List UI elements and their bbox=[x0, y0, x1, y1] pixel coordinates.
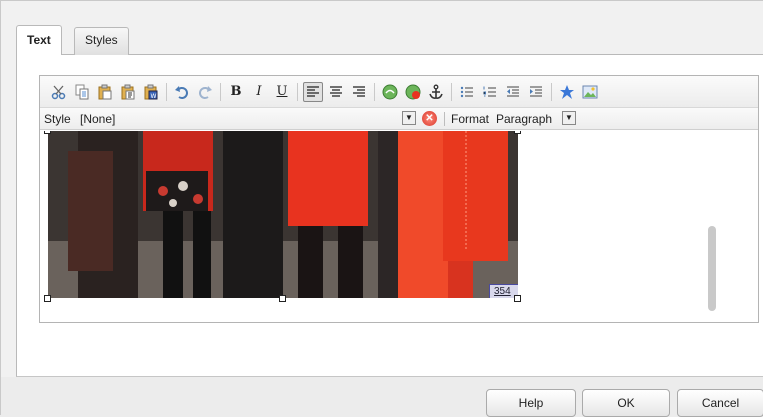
ordered-list-icon[interactable] bbox=[480, 82, 500, 102]
editor-toolbar: W B I U bbox=[40, 76, 758, 108]
image-icon[interactable] bbox=[580, 82, 600, 102]
outdent-icon[interactable] bbox=[503, 82, 523, 102]
tab-text[interactable]: Text bbox=[16, 25, 62, 56]
special-char-icon[interactable] bbox=[557, 82, 577, 102]
inserted-image[interactable]: 354 x 243 (-53, -37) bbox=[48, 131, 518, 298]
paste-icon[interactable] bbox=[95, 82, 115, 102]
redo-icon[interactable] bbox=[195, 82, 215, 102]
toolbar-separator bbox=[166, 82, 167, 101]
underline-icon[interactable]: U bbox=[272, 82, 292, 102]
paste-word-icon[interactable]: W bbox=[141, 82, 161, 102]
style-format-bar: Style [None] ▼ ✕ Format Paragraph ▼ bbox=[40, 108, 758, 130]
help-button[interactable]: Help bbox=[486, 389, 576, 417]
style-dropdown-icon[interactable]: ▼ bbox=[402, 111, 416, 125]
rich-text-editor: W B I U Style [None] ▼ ✕ Format Paragrap… bbox=[39, 75, 759, 323]
photo-graphic bbox=[48, 131, 518, 298]
editor-content[interactable]: 354 x 243 (-53, -37) bbox=[40, 131, 758, 322]
indent-icon[interactable] bbox=[526, 82, 546, 102]
tab-styles[interactable]: Styles bbox=[74, 27, 129, 55]
anchor-icon[interactable] bbox=[426, 82, 446, 102]
svg-text:W: W bbox=[151, 93, 157, 100]
ok-button[interactable]: OK bbox=[582, 389, 670, 417]
toolbar-separator bbox=[451, 82, 452, 101]
paste-text-icon[interactable] bbox=[118, 82, 138, 102]
style-label: Style bbox=[44, 112, 71, 126]
toolbar-separator bbox=[374, 82, 375, 101]
format-label: Format bbox=[451, 112, 490, 126]
cut-icon[interactable] bbox=[49, 82, 69, 102]
cancel-button[interactable]: Cancel bbox=[677, 389, 763, 417]
text-panel: W B I U Style [None] ▼ ✕ Format Paragrap… bbox=[16, 55, 763, 377]
clear-style-icon[interactable]: ✕ bbox=[422, 111, 437, 126]
stylebar-separator bbox=[444, 112, 445, 126]
style-select[interactable]: [None] bbox=[80, 112, 115, 126]
bold-icon[interactable]: B bbox=[226, 82, 246, 102]
tab-bar: Text Styles bbox=[16, 25, 763, 56]
italic-icon[interactable]: I bbox=[249, 82, 269, 102]
editor-scrollbar[interactable] bbox=[706, 131, 718, 317]
align-right-icon[interactable] bbox=[349, 82, 369, 102]
unordered-list-icon[interactable] bbox=[457, 82, 477, 102]
resize-handle-top-right[interactable] bbox=[514, 131, 521, 134]
rich-text-dialog: Text Styles W B I U Style [None] ▼ ✕ For… bbox=[0, 0, 763, 417]
undo-icon[interactable] bbox=[172, 82, 192, 102]
unlink-icon[interactable] bbox=[403, 82, 423, 102]
align-left-icon[interactable] bbox=[303, 81, 323, 102]
format-dropdown-icon[interactable]: ▼ bbox=[562, 111, 576, 125]
resize-handle-top-left[interactable] bbox=[44, 131, 51, 134]
format-select[interactable]: Paragraph bbox=[496, 112, 552, 126]
align-center-icon[interactable] bbox=[326, 82, 346, 102]
copy-icon[interactable] bbox=[72, 82, 92, 102]
toolbar-separator bbox=[297, 82, 298, 101]
resize-handle-bottom-left[interactable] bbox=[44, 295, 51, 302]
link-icon[interactable] bbox=[380, 82, 400, 102]
toolbar-separator bbox=[551, 82, 552, 101]
toolbar-separator bbox=[220, 82, 221, 101]
scrollbar-thumb[interactable] bbox=[708, 226, 716, 311]
resize-handle-bottom-middle[interactable] bbox=[279, 295, 286, 302]
resize-handle-bottom-right[interactable] bbox=[514, 295, 521, 302]
dialog-footer: Help OK Cancel bbox=[1, 377, 763, 417]
